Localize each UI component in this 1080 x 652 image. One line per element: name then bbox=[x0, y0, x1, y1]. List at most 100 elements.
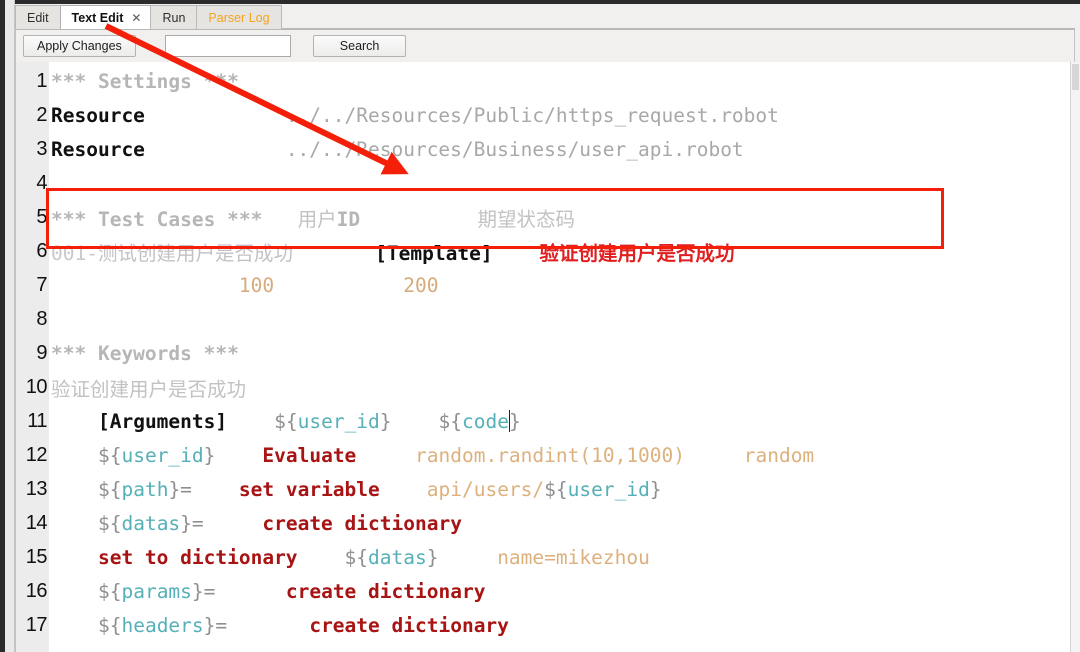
window-left-panel bbox=[5, 0, 15, 652]
code-token: set to dictionary bbox=[97, 545, 298, 569]
code-token: datas bbox=[368, 545, 427, 569]
code-token: api/users/ bbox=[426, 477, 545, 501]
line-number: 4 bbox=[36, 171, 47, 194]
code-token: 验证创建用户是否成功 bbox=[539, 241, 735, 265]
code-token: random bbox=[743, 443, 815, 467]
code-area[interactable]: 1 *** Settings *** 2 Resource ../../Resourc… bbox=[16, 62, 1075, 652]
tab-parser-log[interactable]: Parser Log bbox=[196, 5, 282, 29]
line-number: 1 bbox=[36, 69, 47, 92]
line-number: 9 bbox=[36, 341, 47, 364]
vertical-scrollbar[interactable] bbox=[1070, 62, 1080, 652]
tab-label: Text Edit bbox=[71, 10, 124, 25]
line-number: 14 bbox=[25, 511, 48, 534]
line-text[interactable]: *** Test Cases *** 用户ID 期望状态码 bbox=[49, 203, 1075, 232]
code-token: code bbox=[462, 409, 509, 433]
code-line[interactable]: 7 100 200 bbox=[16, 268, 1075, 302]
code-token: $ bbox=[438, 409, 451, 433]
line-text[interactable]: ${user_id} Evaluate random.randint(10,10… bbox=[49, 444, 1075, 467]
code-token: $ bbox=[97, 613, 110, 637]
line-number: 3 bbox=[36, 137, 47, 160]
code-token: Arguments bbox=[109, 409, 216, 433]
line-number: 16 bbox=[25, 579, 48, 602]
code-token: 用户 bbox=[297, 207, 337, 231]
code-token: 001- bbox=[51, 241, 98, 265]
tab-run[interactable]: Run bbox=[150, 5, 197, 29]
code-token: { bbox=[109, 613, 122, 637]
search-input[interactable] bbox=[164, 35, 291, 57]
tab-strip: Edit Text Edit ✕ Run Parser Log bbox=[15, 5, 1075, 30]
line-number: 5 bbox=[36, 205, 47, 228]
line-text[interactable]: *** Keywords *** bbox=[49, 342, 1075, 365]
code-token: { bbox=[285, 409, 298, 433]
window-top-border bbox=[0, 0, 1080, 4]
line-text[interactable]: *** Settings *** bbox=[49, 70, 1075, 93]
code-token: Resource bbox=[51, 137, 145, 161]
tab-label: Parser Log bbox=[208, 10, 270, 25]
code-line[interactable]: 17 ${headers}= create dictionary bbox=[16, 608, 1075, 642]
code-token: } bbox=[649, 477, 662, 501]
line-text[interactable]: set to dictionary ${datas} name=mikezhou bbox=[49, 546, 1075, 569]
line-number: 8 bbox=[36, 307, 47, 330]
line-text[interactable]: 验证创建用户是否成功 bbox=[49, 373, 1075, 402]
tab-label: Edit bbox=[27, 10, 49, 25]
code-token: 验证创建用户是否成功 bbox=[51, 377, 247, 401]
code-token: create dictionary bbox=[285, 579, 486, 603]
line-text[interactable]: 100 200 bbox=[49, 274, 1075, 297]
tab-strip-filler bbox=[281, 5, 1075, 29]
line-text[interactable]: ${params}= create dictionary bbox=[49, 580, 1075, 603]
code-line[interactable]: 3 Resource ../../Resources/Business/user_… bbox=[16, 132, 1075, 166]
code-token: $ bbox=[97, 511, 110, 535]
line-text[interactable]: ${datas}= create dictionary bbox=[49, 512, 1075, 535]
code-line[interactable]: 15 set to dictionary ${datas} name=mikez… bbox=[16, 540, 1075, 574]
search-button[interactable]: Search bbox=[312, 35, 407, 57]
code-token: user_id bbox=[567, 477, 650, 501]
code-token: Evaluate bbox=[262, 443, 357, 467]
close-icon[interactable]: ✕ bbox=[131, 12, 141, 24]
code-line[interactable]: 8 bbox=[16, 302, 1075, 336]
code-line[interactable]: 9 *** Keywords *** bbox=[16, 336, 1075, 370]
code-line[interactable]: 11 [Arguments] ${user_id} ${code} bbox=[16, 404, 1075, 438]
line-text[interactable]: Resource ../../Resources/Public/https_re… bbox=[49, 104, 1075, 127]
line-text[interactable]: Resource ../../Resources/Business/user_a… bbox=[49, 138, 1075, 161]
code-token: ../../Resources/Business/user_api.robot bbox=[285, 137, 744, 161]
code-line[interactable]: 13 ${path}= set variable api/users/${use… bbox=[16, 472, 1075, 506]
line-number: 12 bbox=[25, 443, 48, 466]
line-number: 17 bbox=[25, 613, 48, 636]
line-text[interactable]: 001-测试创建用户是否成功 [Template] 验证创建用户是否成功 bbox=[49, 237, 1075, 266]
apply-changes-button[interactable]: Apply Changes bbox=[23, 35, 136, 57]
text-editor[interactable]: 1 *** Settings *** 2 Resource ../../Resourc… bbox=[15, 62, 1075, 652]
code-token: random.randint(10,1000) bbox=[415, 443, 686, 467]
code-line[interactable]: 5 *** Test Cases *** 用户ID 期望状态码 bbox=[16, 200, 1075, 234]
code-line[interactable]: 1 *** Settings *** bbox=[16, 64, 1075, 98]
code-line[interactable]: 16 ${params}= create dictionary bbox=[16, 574, 1075, 608]
line-text[interactable]: ${path}= set variable api/users/${user_i… bbox=[49, 478, 1075, 501]
line-text[interactable]: [Arguments] ${user_id} ${code} bbox=[49, 409, 1075, 433]
code-line[interactable]: 6 001-测试创建用户是否成功 [Template] 验证创建用户是否成功 bbox=[16, 234, 1075, 268]
line-number: 13 bbox=[25, 477, 48, 500]
code-line[interactable]: 4 bbox=[16, 166, 1075, 200]
code-line[interactable]: 10 验证创建用户是否成功 bbox=[16, 370, 1075, 404]
code-token: [ bbox=[97, 409, 110, 433]
code-token: [Template] bbox=[375, 241, 493, 265]
code-line[interactable]: 14 ${datas}= create dictionary bbox=[16, 506, 1075, 540]
line-text[interactable]: ${headers}= create dictionary bbox=[49, 614, 1075, 637]
code-token: *** Settings *** bbox=[51, 69, 239, 93]
scrollbar-thumb[interactable] bbox=[1072, 64, 1079, 90]
code-line[interactable]: 12 ${user_id} Evaluate random.randint(10… bbox=[16, 438, 1075, 472]
code-token: *** Keywords *** bbox=[51, 341, 239, 365]
tab-edit[interactable]: Edit bbox=[15, 5, 60, 29]
tab-text-edit[interactable]: Text Edit ✕ bbox=[59, 5, 151, 29]
code-line[interactable]: 2 Resource ../../Resources/Public/https_r… bbox=[16, 98, 1075, 132]
